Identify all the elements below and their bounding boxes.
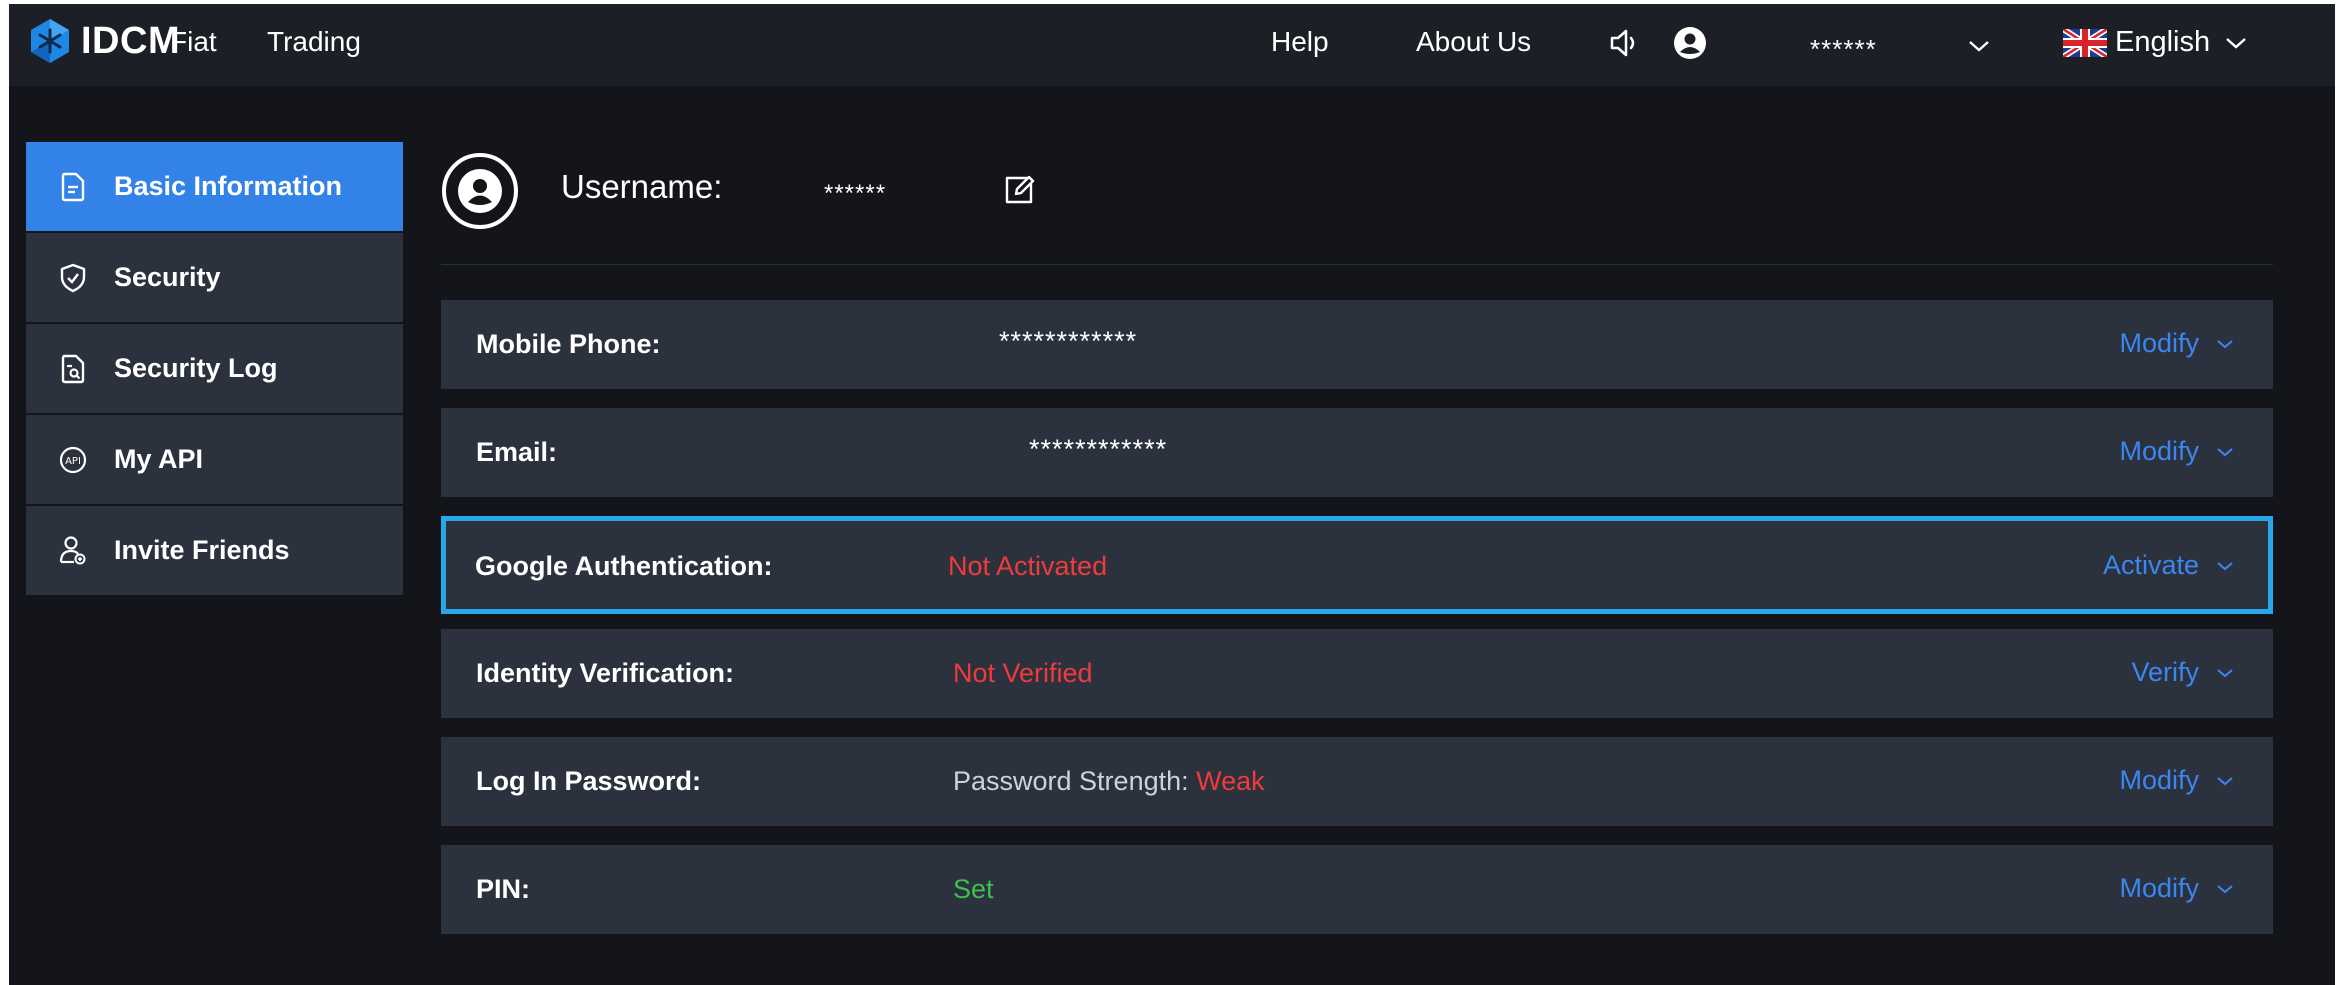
username-label: Username: [561, 168, 723, 205]
email-value: ************ [1029, 434, 1168, 464]
sidebar-item-invite-friends[interactable]: Invite Friends [26, 506, 403, 595]
mobile-phone-value: ************ [999, 326, 1138, 356]
speaker-icon[interactable] [1607, 25, 1643, 61]
password-strength-level: Weak [1196, 766, 1265, 796]
nav-trading-link[interactable]: Trading [267, 26, 361, 58]
modify-pin-button[interactable]: Modify [2119, 873, 2235, 904]
sidebar-item-label: Security [114, 262, 221, 292]
row-label: Log In Password: [476, 766, 702, 796]
chevron-down-icon [2217, 561, 2233, 570]
email-row: Email: ************ Modify [441, 408, 2273, 497]
edit-username-icon[interactable] [999, 170, 1039, 210]
sidebar-item-my-api[interactable]: API My API [26, 415, 403, 504]
language-selector[interactable]: English [2063, 26, 2248, 59]
log-file-icon [61, 354, 85, 383]
brand-logo[interactable]: IDCM [27, 18, 180, 64]
action-label: Modify [2119, 873, 2199, 903]
nav-about-link[interactable]: About Us [1416, 26, 1531, 58]
action-label: Verify [2131, 657, 2199, 687]
mobile-phone-row: Mobile Phone: ************ Modify [441, 300, 2273, 389]
brand-name: IDCM [81, 19, 181, 62]
sidebar-item-security[interactable]: Security [26, 233, 403, 322]
row-label: Identity Verification: [476, 658, 735, 688]
identity-verification-row: Identity Verification: Not Verified Veri… [441, 629, 2273, 718]
password-strength-value: Password Strength: Weak [953, 766, 1265, 797]
api-icon: API [59, 446, 87, 473]
svg-text:API: API [65, 456, 81, 467]
row-label: Email: [476, 437, 558, 467]
sidebar-item-basic-information[interactable]: Basic Information [26, 142, 403, 231]
uk-flag-icon [2063, 28, 2107, 57]
activate-google-auth-button[interactable]: Activate [2103, 550, 2235, 581]
action-label: Modify [2119, 436, 2199, 466]
row-label: Google Authentication: [475, 551, 773, 581]
sidebar-item-label: Invite Friends [114, 535, 290, 565]
language-chevron-down-icon [2226, 37, 2246, 49]
modify-email-button[interactable]: Modify [2119, 436, 2235, 467]
verify-identity-button[interactable]: Verify [2131, 657, 2235, 688]
chevron-down-icon [2217, 447, 2233, 456]
header-username[interactable]: ****** [1810, 34, 1877, 65]
row-label: PIN: [476, 874, 530, 904]
document-icon [61, 172, 85, 201]
modify-mobile-phone-button[interactable]: Modify [2119, 328, 2235, 359]
nav-fiat-link[interactable]: Fiat [170, 26, 217, 58]
sidebar-item-security-log[interactable]: Security Log [26, 324, 403, 413]
avatar [442, 153, 518, 229]
user-menu-chevron-down-icon[interactable] [1966, 37, 1992, 55]
google-authentication-row: Google Authentication: Not Activated Act… [441, 516, 2273, 614]
action-label: Activate [2102, 550, 2199, 580]
google-auth-status: Not Activated [948, 551, 1108, 581]
identity-verification-status: Not Verified [953, 658, 1093, 688]
login-password-row: Log In Password: Password Strength: Weak… [441, 737, 2273, 826]
pin-status: Set [953, 874, 994, 904]
profile-header: Username: ****** [441, 152, 2273, 265]
pin-row: PIN: Set Modify [441, 845, 2273, 934]
chevron-down-icon [2217, 884, 2233, 893]
app-frame: IDCM Fiat Trading Help About Us ****** E… [9, 4, 2335, 985]
invite-user-icon [59, 535, 86, 564]
account-icon[interactable] [1672, 25, 1708, 61]
chevron-down-icon [2217, 339, 2233, 348]
shield-icon [60, 263, 86, 292]
sidebar-item-label: Basic Information [114, 171, 343, 201]
sidebar: Basic Information Security Security Log … [26, 142, 403, 597]
sidebar-item-label: My API [114, 444, 204, 474]
top-navbar: IDCM Fiat Trading Help About Us ****** E… [9, 4, 2335, 86]
username-value: ****** [824, 180, 887, 207]
sidebar-item-label: Security Log [114, 353, 278, 383]
chevron-down-icon [2217, 776, 2233, 785]
password-strength-label: Password Strength: [953, 766, 1189, 796]
language-label: English [2115, 26, 2211, 58]
row-label: Mobile Phone: [476, 329, 661, 359]
modify-password-button[interactable]: Modify [2119, 765, 2235, 796]
nav-help-link[interactable]: Help [1271, 26, 1329, 58]
action-label: Modify [2119, 765, 2199, 795]
action-label: Modify [2119, 328, 2199, 358]
chevron-down-icon [2217, 668, 2233, 677]
logo-icon [31, 19, 69, 63]
